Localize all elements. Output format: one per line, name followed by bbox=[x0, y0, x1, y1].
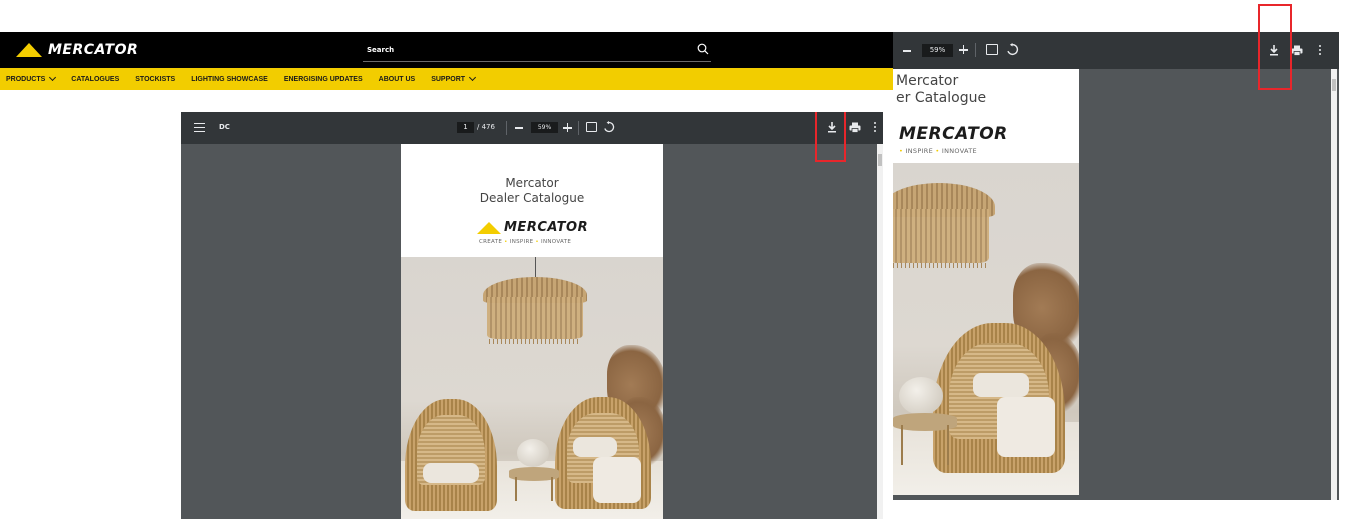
catalogue-tagline: CREATE • INSPIRE • INNOVATE bbox=[479, 239, 572, 245]
page-number-input[interactable]: 1 bbox=[457, 122, 474, 133]
rotate-icon[interactable] bbox=[603, 121, 615, 133]
search-placeholder: Search bbox=[367, 46, 395, 54]
pdf-toolbar: DC 1 / 476 59% bbox=[181, 112, 883, 144]
print-icon[interactable] bbox=[1291, 45, 1303, 56]
nav-item-support[interactable]: SUPPORT bbox=[431, 73, 477, 83]
toolbar-divider bbox=[578, 121, 579, 135]
toolbar-divider bbox=[506, 121, 507, 135]
catalogue-logo: MERCATOR bbox=[899, 124, 1008, 144]
zoom-in-icon[interactable] bbox=[959, 45, 968, 54]
search-icon[interactable] bbox=[697, 43, 709, 55]
logo-text: MERCATOR bbox=[48, 42, 139, 58]
catalogue-cover-photo bbox=[401, 257, 663, 519]
pdf-page: Mercator er Catalogue MERCATOR • INSPIRE… bbox=[893, 69, 1079, 495]
chevron-down-icon bbox=[469, 73, 477, 82]
nav-item-energising-updates[interactable]: ENERGISING UPDATES bbox=[284, 76, 363, 83]
more-options-icon[interactable] bbox=[1319, 45, 1322, 56]
print-icon[interactable] bbox=[849, 122, 861, 133]
more-options-icon[interactable] bbox=[874, 122, 877, 133]
catalogue-title: Mercator er Catalogue bbox=[896, 73, 987, 106]
fit-page-icon[interactable] bbox=[586, 122, 597, 132]
menu-icon[interactable] bbox=[194, 123, 205, 132]
fit-page-icon[interactable] bbox=[986, 44, 998, 55]
search-input[interactable]: Search bbox=[363, 40, 711, 62]
zoom-input[interactable]: 59% bbox=[922, 44, 953, 57]
zoom-out-icon[interactable] bbox=[903, 50, 911, 52]
zoom-input[interactable]: 59% bbox=[531, 122, 558, 133]
vase bbox=[899, 377, 943, 415]
scrollbar-thumb[interactable] bbox=[1332, 79, 1336, 91]
download-highlight-box bbox=[815, 112, 846, 162]
pdf-page: Mercator Dealer Catalogue MERCATOR CREAT… bbox=[401, 144, 663, 519]
scrollbar[interactable] bbox=[877, 144, 883, 519]
logo-triangle-icon bbox=[477, 221, 501, 234]
download-highlight-box bbox=[1258, 4, 1292, 90]
nav-item-products[interactable]: PRODUCTS bbox=[6, 73, 57, 83]
catalogue-cover-photo bbox=[893, 163, 1079, 495]
catalogue-tagline: • INSPIRE • INNOVATE bbox=[899, 147, 977, 155]
scrollbar-thumb[interactable] bbox=[878, 154, 882, 166]
nav-item-catalogues[interactable]: CATALOGUES bbox=[71, 76, 119, 83]
throw-blanket bbox=[997, 397, 1055, 457]
mercator-logo[interactable]: MERCATOR bbox=[16, 41, 138, 59]
logo-triangle-icon bbox=[16, 43, 42, 57]
throw-blanket bbox=[593, 457, 641, 503]
catalogue-title: Mercator Dealer Catalogue bbox=[479, 176, 585, 205]
site-header: MERCATOR Search bbox=[0, 32, 893, 68]
main-nav: PRODUCTS CATALOGUES STOCKISTS LIGHTING S… bbox=[0, 68, 893, 90]
pdf-viewer-main: DC 1 / 476 59% Mercator Dealer Catalogue… bbox=[181, 112, 883, 519]
zoom-out-icon[interactable] bbox=[515, 127, 523, 129]
scrollbar[interactable] bbox=[1331, 69, 1337, 500]
nav-item-stockists[interactable]: STOCKISTS bbox=[135, 76, 175, 83]
rotate-icon[interactable] bbox=[1006, 43, 1019, 56]
zoom-in-icon[interactable] bbox=[563, 123, 572, 132]
document-title: DC bbox=[219, 123, 230, 131]
toolbar-divider bbox=[975, 43, 976, 57]
pdf-viewer-zoomed: 59% Mercator er Catalogue MERCATOR • INS… bbox=[893, 32, 1339, 500]
nav-item-about-us[interactable]: ABOUT US bbox=[379, 76, 416, 83]
page-total: / 476 bbox=[477, 123, 495, 131]
nav-item-lighting-showcase[interactable]: LIGHTING SHOWCASE bbox=[191, 76, 268, 83]
catalogue-logo: MERCATOR bbox=[477, 220, 588, 235]
vase bbox=[517, 439, 549, 467]
chevron-down-icon bbox=[49, 73, 57, 82]
